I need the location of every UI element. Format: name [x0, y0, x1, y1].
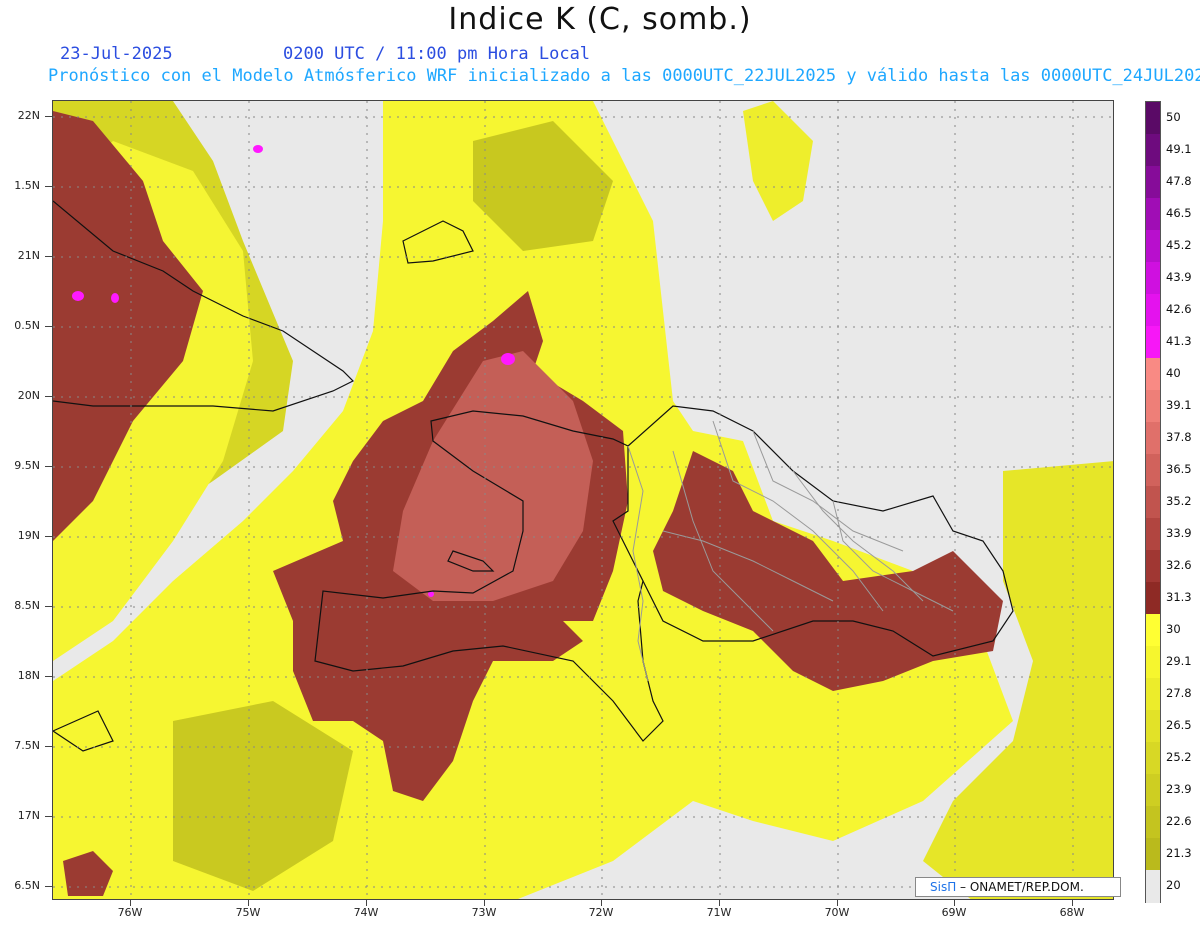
color-scale-segment — [1146, 134, 1160, 167]
lat-label: 21N — [17, 249, 40, 262]
color-scale-label: 39.1 — [1166, 398, 1192, 412]
color-scale-segment — [1146, 422, 1160, 455]
lat-label: 7.5N — [14, 739, 40, 752]
lat-label: 0.5N — [14, 319, 40, 332]
color-scale-segment — [1146, 358, 1160, 391]
color-scale-label: 21.3 — [1166, 846, 1192, 860]
color-scale-segment — [1146, 838, 1160, 871]
color-scale-label: 30 — [1166, 622, 1181, 636]
color-scale-label: 36.5 — [1166, 462, 1192, 476]
color-scale-segment — [1146, 614, 1160, 647]
color-scale-segment — [1146, 262, 1160, 295]
lat-label: 18N — [17, 669, 40, 682]
lat-label: 9.5N — [14, 459, 40, 472]
lon-label: 73W — [471, 906, 497, 919]
lat-label: 6.5N — [14, 879, 40, 892]
lat-label: 8.5N — [14, 599, 40, 612]
lon-label: 74W — [353, 906, 379, 919]
color-scale-segment — [1146, 166, 1160, 199]
color-scale-segment — [1146, 774, 1160, 807]
lat-label: 17N — [17, 809, 40, 822]
color-scale-segment — [1146, 390, 1160, 423]
color-scale-segment — [1146, 294, 1160, 327]
lat-label: 22N — [17, 109, 40, 122]
k-index-field — [53, 101, 1113, 899]
color-scale-segment — [1146, 230, 1160, 263]
credit-text: – ONAMET/REP.DOM. — [956, 880, 1084, 894]
color-scale-segment — [1146, 646, 1160, 679]
color-scale-bar — [1145, 101, 1161, 903]
color-scale-label: 35.2 — [1166, 494, 1192, 508]
lon-label: 68W — [1059, 906, 1085, 919]
color-scale-label: 41.3 — [1166, 334, 1192, 348]
color-scale-label: 45.2 — [1166, 238, 1192, 252]
map-title: Indice K (C, somb.) — [448, 2, 752, 37]
lon-label: 75W — [235, 906, 261, 919]
color-scale-label: 31.3 — [1166, 590, 1192, 604]
field-yellow-northeast — [743, 101, 813, 221]
color-scale-label: 40 — [1166, 366, 1181, 380]
map-panel — [52, 100, 1114, 900]
color-scale-segment — [1146, 326, 1160, 359]
lon-label: 72W — [588, 906, 614, 919]
color-scale-segment — [1146, 102, 1160, 135]
color-scale-segment — [1146, 550, 1160, 583]
color-scale-segment — [1146, 518, 1160, 551]
lon-label: 71W — [706, 906, 732, 919]
color-scale-segment — [1146, 742, 1160, 775]
color-scale-label: 42.6 — [1166, 302, 1192, 316]
color-scale-label: 23.9 — [1166, 782, 1192, 796]
lon-label: 69W — [941, 906, 967, 919]
color-scale-label: 22.6 — [1166, 814, 1192, 828]
color-scale-segment — [1146, 678, 1160, 711]
valid-time: 0200 UTC / 11:00 pm Hora Local — [283, 44, 591, 64]
color-scale-label: 29.1 — [1166, 654, 1192, 668]
color-scale-label: 26.5 — [1166, 718, 1192, 732]
color-scale-label: 43.9 — [1166, 270, 1192, 284]
lon-label: 70W — [824, 906, 850, 919]
lon-label: 76W — [117, 906, 143, 919]
color-scale-segment — [1146, 198, 1160, 231]
color-scale-label: 47.8 — [1166, 174, 1192, 188]
lat-label: 20N — [17, 389, 40, 402]
color-scale-label: 49.1 — [1166, 142, 1192, 156]
valid-date: 23-Jul-2025 — [60, 44, 173, 64]
color-scale-segment — [1146, 870, 1160, 903]
color-scale-label: 46.5 — [1166, 206, 1192, 220]
color-scale-segment — [1146, 454, 1160, 487]
color-scale-segment — [1146, 806, 1160, 839]
color-scale-label: 25.2 — [1166, 750, 1192, 764]
lat-label: 19N — [17, 529, 40, 542]
color-scale-segment — [1146, 710, 1160, 743]
lat-label: 1.5N — [14, 179, 40, 192]
color-scale-label: 33.9 — [1166, 526, 1192, 540]
color-scale-label: 20 — [1166, 878, 1181, 892]
color-scale-label: 37.8 — [1166, 430, 1192, 444]
credit-badge: SisΠ – ONAMET/REP.DOM. — [915, 877, 1121, 897]
forecast-subtitle: Pronóstico con el Modelo Atmósferico WRF… — [48, 66, 1200, 86]
color-scale-label: 32.6 — [1166, 558, 1192, 572]
color-scale-label: 50 — [1166, 110, 1181, 124]
color-scale-segment — [1146, 486, 1160, 519]
sispi-logo: SisΠ — [930, 880, 957, 894]
color-scale-label: 27.8 — [1166, 686, 1192, 700]
color-scale-segment — [1146, 582, 1160, 615]
